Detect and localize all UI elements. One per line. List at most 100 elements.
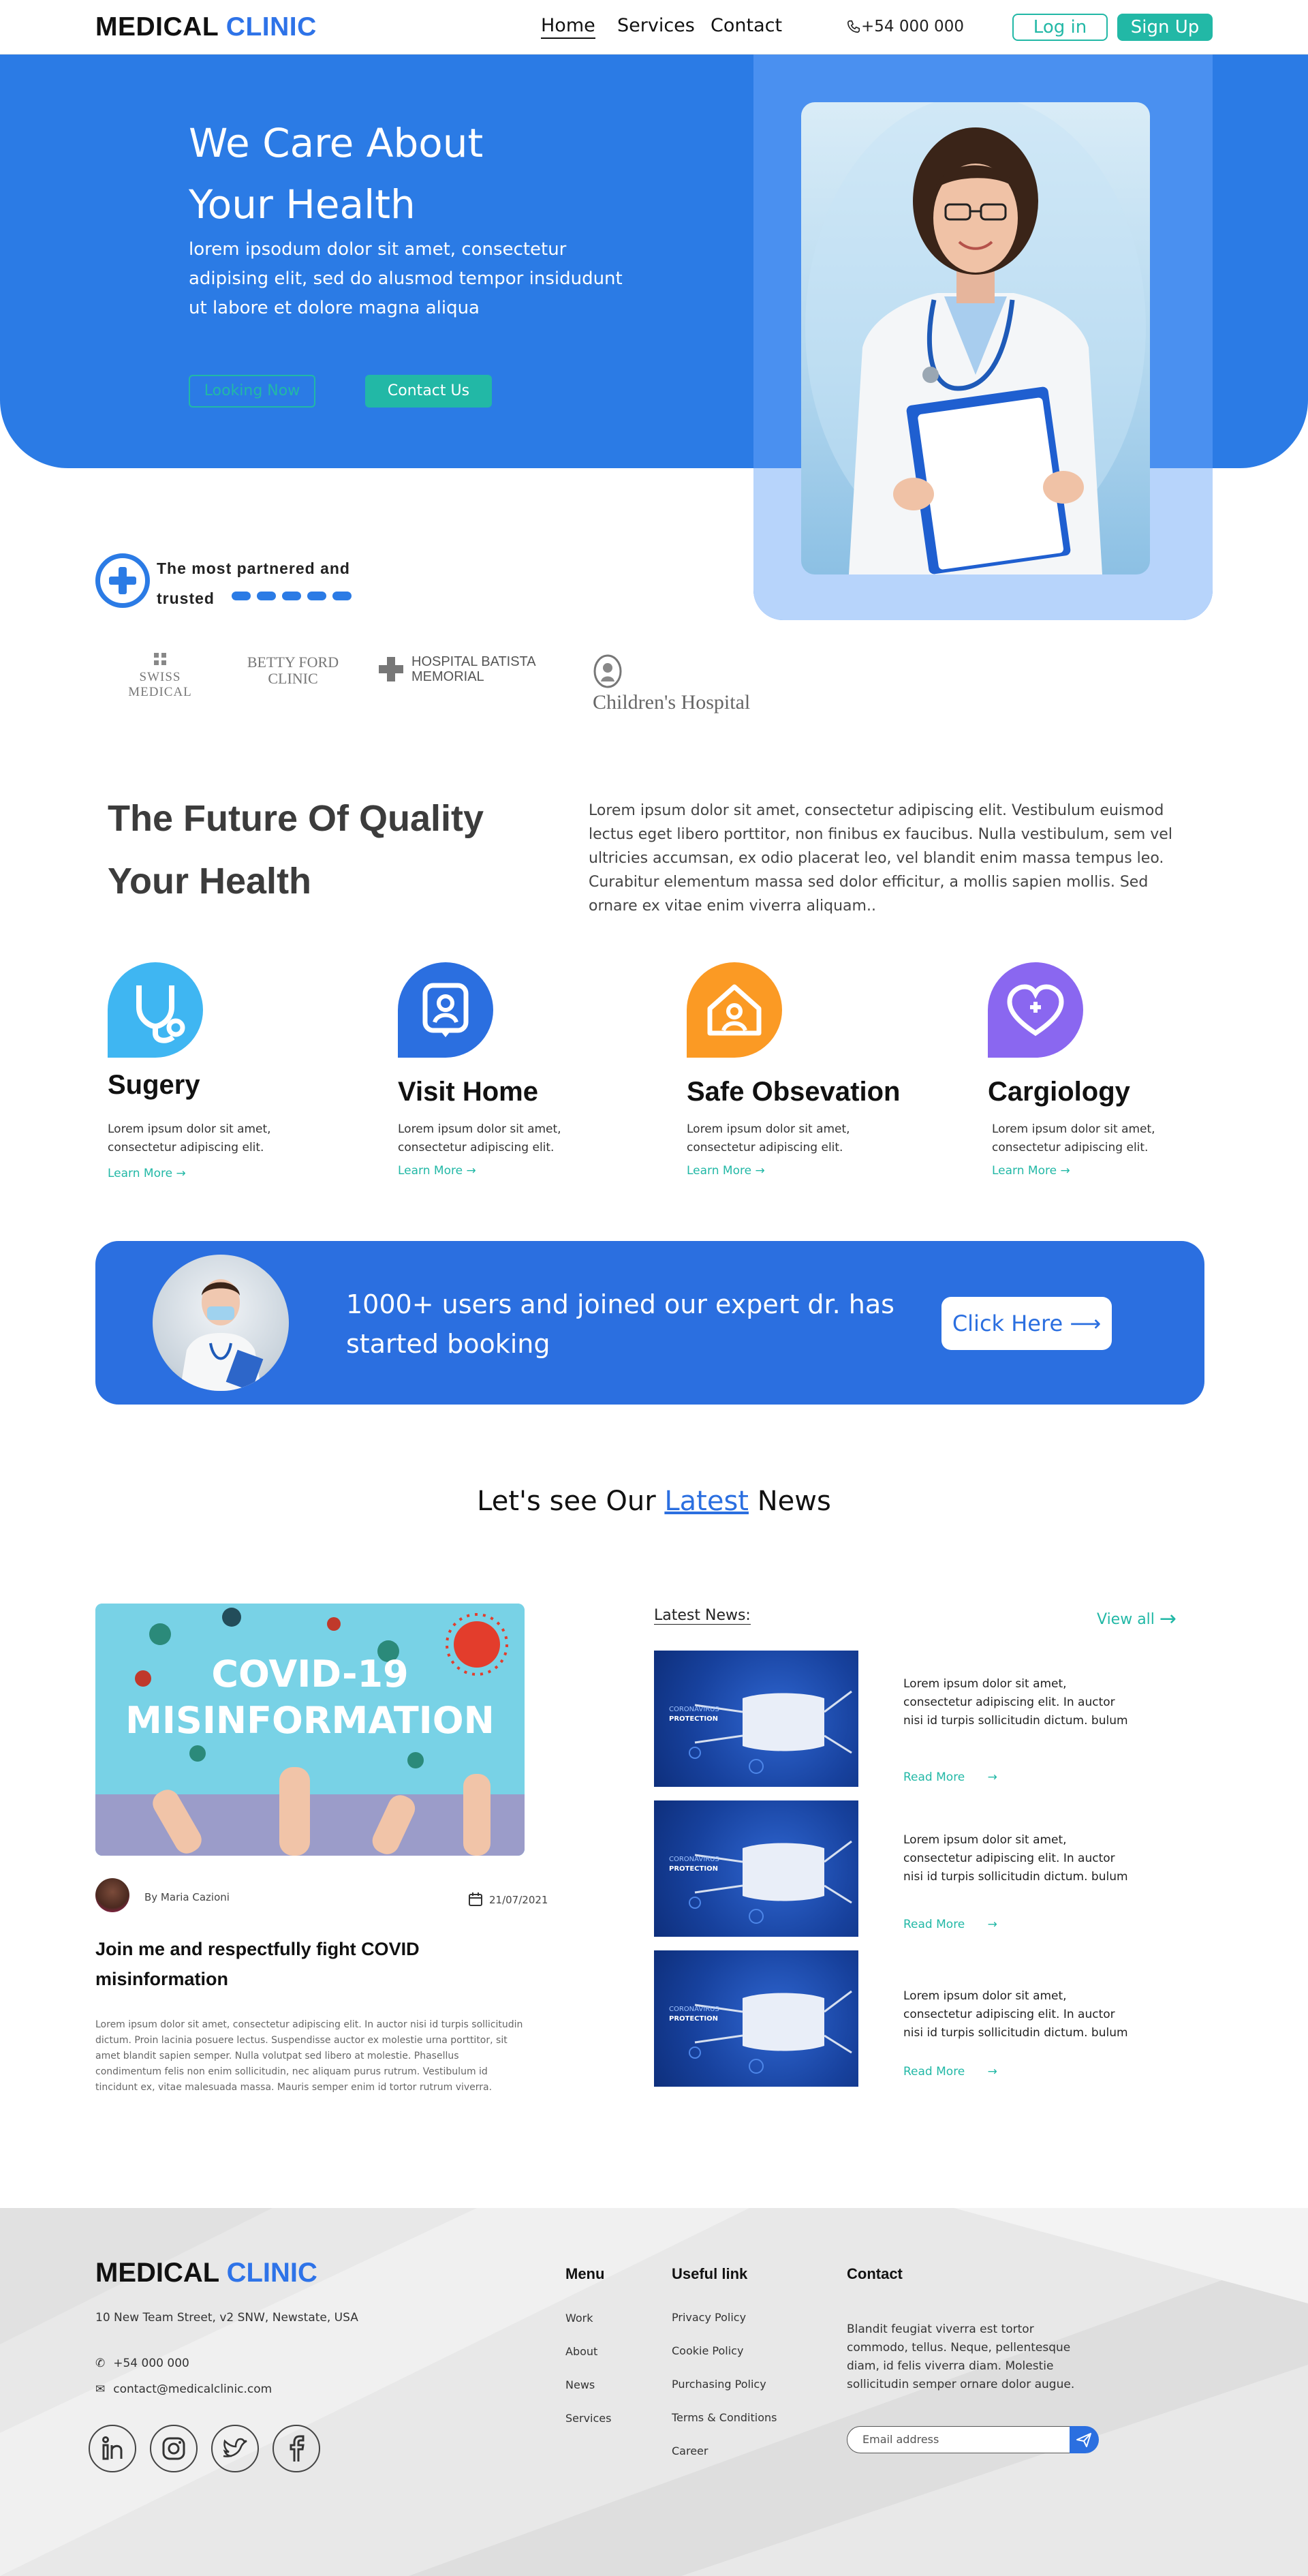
footer-useful-item[interactable]: Privacy Policy — [672, 2311, 746, 2324]
future-text: Lorem ipsum dolor sit amet, consectetur … — [589, 802, 1172, 915]
news-item-text: Lorem ipsum dolor sit amet, consectetur … — [903, 1677, 1128, 1728]
instagram-icon[interactable] — [150, 2425, 198, 2472]
nav-link-contact[interactable]: Contact — [711, 15, 782, 36]
carousel-dot[interactable] — [332, 592, 352, 600]
caption-line: CORONAVIRUS — [669, 1706, 719, 1713]
partners-text: The most partnered and trusted — [157, 559, 350, 607]
twitter-icon[interactable] — [211, 2425, 259, 2472]
caption-line: CORONAVIRUS — [669, 1856, 719, 1863]
view-all-link[interactable]: View all → — [1097, 1607, 1177, 1631]
learn-more-link[interactable]: Learn More → — [398, 1164, 476, 1178]
linkedin-icon[interactable] — [89, 2425, 136, 2472]
footer-menu-item[interactable]: About — [565, 2345, 597, 2358]
heart-plus-icon — [988, 962, 1083, 1058]
caption-line: PROTECTION — [669, 1715, 718, 1723]
learn-more-link[interactable]: Learn More → — [687, 1164, 765, 1178]
footer-logo[interactable]: MEDICAL CLINIC — [95, 2258, 317, 2288]
footer-email-text: contact@medicalclinic.com — [113, 2382, 272, 2396]
click-here-label: Click Here — [952, 1310, 1063, 1336]
nav-phone[interactable]: +54 000 000 — [846, 18, 964, 35]
top-nav: MEDICAL CLINIC Home Services Contact +54… — [0, 0, 1308, 55]
author-avatar[interactable] — [95, 1878, 129, 1912]
learn-more-label: Learn More — [108, 1167, 173, 1180]
carousel-dots[interactable] — [232, 590, 358, 603]
logo-text-clinic: CLINIC — [226, 2258, 317, 2288]
arrow-right-icon: ⟶ — [1070, 1310, 1102, 1336]
partner-logo-betty-ford: BETTY FORD CLINIC — [247, 654, 339, 687]
read-more-link[interactable]: Read More → — [903, 1918, 997, 1931]
footer-contact-text: Blandit feugiat viverra est tortor commo… — [847, 2322, 1075, 2391]
carousel-dot[interactable] — [257, 592, 276, 600]
carousel-dot[interactable] — [307, 592, 326, 600]
author-name: By Maria Cazioni — [144, 1891, 230, 1903]
service-text: Lorem ipsum dolor sit amet, consectetur … — [687, 1122, 850, 1154]
news-title[interactable]: Join me and respectfully fight COVID mis… — [95, 1934, 477, 1994]
arrow-right-icon: → — [755, 1164, 765, 1178]
nav-link-services[interactable]: Services — [617, 15, 695, 36]
news-item-caption: CORONAVIRUS PROTECTION — [669, 2005, 719, 2024]
news-heading-part: News — [757, 1486, 831, 1517]
news-item-text: Lorem ipsum dolor sit amet, consectetur … — [903, 1989, 1128, 2040]
footer-menu-item[interactable]: News — [565, 2378, 595, 2391]
latest-news-label: Latest News: — [654, 1607, 751, 1625]
learn-more-label: Learn More — [687, 1164, 752, 1178]
newsletter-send-button[interactable] — [1070, 2426, 1099, 2453]
learn-more-label: Learn More — [992, 1164, 1057, 1178]
footer-email[interactable]: ✉ contact@medicalclinic.com — [95, 2382, 272, 2396]
partner-logo-batista: HOSPITAL BATISTA MEMORIAL — [376, 654, 567, 684]
footer-phone[interactable]: ✆ +54 000 000 — [95, 2357, 189, 2370]
doctor-illustration — [805, 102, 1146, 574]
logo-text-medical: MEDICAL — [95, 2258, 219, 2288]
read-more-link[interactable]: Read More → — [903, 1770, 997, 1784]
caption-line: PROTECTION — [669, 2015, 718, 2023]
footer-useful-item[interactable]: Cookie Policy — [672, 2344, 743, 2357]
site-logo[interactable]: MEDICAL CLINIC — [95, 12, 317, 42]
news-item-image[interactable]: CORONAVIRUS PROTECTION — [654, 1800, 858, 1937]
read-more-label: Read More — [903, 2065, 965, 2079]
footer-useful-item[interactable]: Career — [672, 2444, 708, 2457]
read-more-link[interactable]: Read More → — [903, 2065, 997, 2079]
learn-more-link[interactable]: Learn More → — [992, 1164, 1070, 1178]
news-date: 21/07/2021 — [467, 1891, 548, 1907]
footer-menu-item[interactable]: Work — [565, 2312, 593, 2325]
phone-icon — [847, 20, 860, 33]
doctor-avatar — [153, 1255, 289, 1391]
news-image-title-line: MISINFORMATION — [125, 1699, 495, 1742]
carousel-dot[interactable] — [232, 592, 251, 600]
signup-button[interactable]: Sign Up — [1117, 14, 1213, 41]
login-button[interactable]: Log in — [1012, 14, 1108, 41]
facebook-icon[interactable] — [272, 2425, 320, 2472]
footer-menu-item[interactable]: Services — [565, 2412, 611, 2425]
carousel-dot[interactable] — [282, 592, 301, 600]
news-item-text: Lorem ipsum dolor sit amet, consectetur … — [903, 1833, 1128, 1884]
footer-contact-title: Contact — [847, 2265, 903, 2282]
phone-icon: ✆ — [95, 2357, 106, 2370]
news-item-caption: CORONAVIRUS PROTECTION — [669, 1705, 719, 1724]
footer-address: 10 New Team Street, v2 SNW, Newstate, US… — [95, 2311, 358, 2325]
learn-more-link[interactable]: Learn More → — [108, 1167, 186, 1180]
news-image-title-line: COVID-19 — [211, 1653, 409, 1696]
footer-useful-item[interactable]: Purchasing Policy — [672, 2378, 766, 2391]
hero-title: We Care About Your Health — [189, 120, 484, 228]
contact-us-button[interactable]: Contact Us — [365, 375, 492, 408]
news-heading-highlight[interactable]: Latest — [664, 1486, 749, 1517]
logo-text-clinic: CLINIC — [225, 12, 317, 42]
newsletter-email-input[interactable]: Email address — [847, 2426, 1070, 2453]
footer-useful-item[interactable]: Terms & Conditions — [672, 2411, 777, 2424]
click-here-button[interactable]: Click Here ⟶ — [941, 1297, 1112, 1350]
news-image-title: COVID-19 MISINFORMATION — [95, 1651, 525, 1744]
looking-now-button[interactable]: Looking Now — [189, 375, 315, 408]
news-main-image[interactable]: COVID-19 MISINFORMATION — [95, 1604, 525, 1856]
news-item-image[interactable]: CORONAVIRUS PROTECTION — [654, 1950, 858, 2087]
service-title: Sugery — [108, 1070, 200, 1100]
arrow-right-icon: → — [987, 1770, 997, 1784]
plus-icon — [95, 553, 150, 608]
nav-link-home[interactable]: Home — [541, 15, 595, 39]
news-date-text: 21/07/2021 — [489, 1894, 548, 1906]
service-text: Lorem ipsum dolor sit amet, consectetur … — [398, 1122, 561, 1154]
news-item-image[interactable]: CORONAVIRUS PROTECTION — [654, 1651, 858, 1787]
mail-icon: ✉ — [95, 2382, 106, 2396]
service-text: Lorem ipsum dolor sit amet, consectetur … — [992, 1122, 1155, 1154]
doctor-photo — [801, 102, 1150, 574]
news-heading: Let's see Our Latest News — [0, 1486, 1308, 1517]
